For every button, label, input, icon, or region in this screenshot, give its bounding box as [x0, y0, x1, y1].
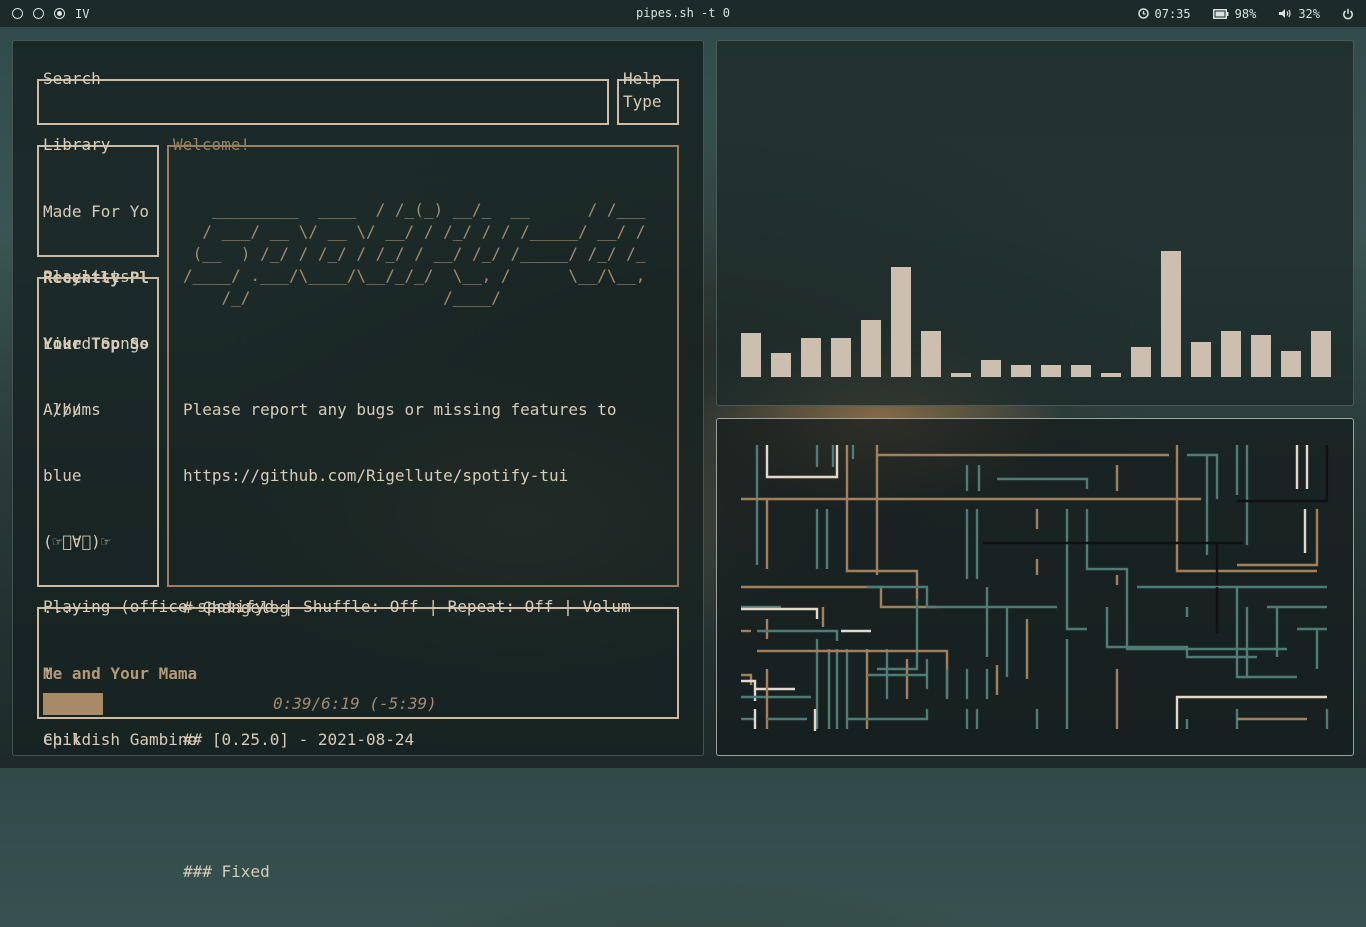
playlist-item-selected[interactable]: Your Top So [43, 333, 157, 355]
library-title: Library [43, 135, 111, 154]
pipe-segment [757, 629, 839, 641]
battery[interactable]: 98% [1212, 6, 1257, 21]
playlist-item[interactable]: /// [43, 399, 157, 421]
pipe-segment [877, 599, 919, 671]
help-box[interactable]: Help Type [617, 69, 679, 125]
spotify-tui-ascii-logo: _________ ____ / /_(_) __/_ __ / /___ / … [183, 200, 646, 307]
welcome-line: ### Fixed [183, 862, 270, 881]
pipe-segment [765, 445, 839, 479]
pipe-segment [741, 585, 937, 609]
visualizer-bar [831, 338, 851, 377]
battery-icon [1212, 8, 1229, 19]
pipe-segment [845, 445, 919, 601]
audio-visualizer-window[interactable] [716, 40, 1354, 406]
visualizer-bar [771, 353, 791, 377]
visualizer-bar [1101, 373, 1121, 377]
volume-icon [1279, 9, 1291, 18]
visualizer-bar [1281, 351, 1301, 377]
playlist-item[interactable]: blue [43, 465, 157, 487]
progress-time: 0:39/6:19 (-5:39) [273, 694, 437, 713]
pipe-segment [847, 709, 929, 721]
visualizer-bar [1251, 335, 1271, 377]
track-name: Me and Your Mama [43, 664, 198, 683]
welcome-line: ​ [183, 795, 616, 817]
welcome-line: Please report any bugs or missing featur… [183, 400, 617, 419]
visualizer-bar [1161, 251, 1181, 377]
visualizer-bar [741, 333, 761, 377]
playing-title: Playing (office-spotifyd | Shuffle: Off … [43, 597, 631, 616]
pipe-segment [867, 585, 1057, 609]
playlists-title: Playlists [43, 267, 130, 286]
clock-text: 07:35 [1154, 6, 1191, 21]
volume[interactable]: 32% [1278, 7, 1320, 21]
help-text: Type [623, 92, 662, 111]
power-icon [1343, 8, 1353, 19]
battery-text: 98% [1234, 6, 1257, 21]
search-title: Search [43, 69, 101, 88]
visualizer-bar [861, 320, 881, 377]
top-bar: IV pipes.sh -t 0 07:35 98% 32% [0, 0, 1366, 27]
visualizer-bar [1071, 365, 1091, 377]
pipe-segment [997, 477, 1089, 489]
welcome-box: Welcome! _________ ____ / /_(_) __/_ __ … [167, 135, 679, 881]
visualizer-bar [1311, 331, 1331, 377]
search-box[interactable]: Search [37, 69, 609, 125]
pipes-terminal-window[interactable] [716, 418, 1354, 756]
visualizer-bar [951, 373, 971, 377]
visualizer-bar [1221, 331, 1241, 377]
library-item[interactable]: Made For Yo [43, 201, 157, 223]
github-link[interactable]: https://github.com/Rigellute/spotify-tui [183, 465, 616, 487]
library-box: Library Made For Yo Recently Pl Liked So… [37, 135, 159, 419]
clock-icon [1137, 8, 1149, 19]
power-button[interactable] [1342, 8, 1354, 20]
help-title: Help [623, 69, 662, 88]
pipe-segment [1237, 445, 1329, 503]
visualizer-bar [1011, 365, 1031, 377]
artist-name: Childish Gambino [43, 730, 198, 749]
pipe-segment [1187, 453, 1219, 499]
pipe-segment [1065, 509, 1087, 631]
playing-box: Playing (office-spotifyd | Shuffle: Off … [37, 597, 679, 749]
welcome-title: Welcome! [173, 135, 251, 154]
visualizer-bar [921, 331, 941, 377]
visualizer-bar [801, 338, 821, 377]
pipe-segment [741, 607, 819, 619]
clock[interactable]: 07:35 [1137, 6, 1191, 21]
pipe-segment [1175, 695, 1327, 729]
welcome-line: ​ [183, 531, 616, 553]
visualizer-bar [1041, 365, 1061, 377]
visualizer-bar [1191, 342, 1211, 377]
playlists-box: Playlists Your Top So /// blue (☞ﾟ∀ﾟ)☞ .… [37, 267, 159, 749]
visualizer-bar [1131, 347, 1151, 377]
visualizer-bar [981, 360, 1001, 377]
progress-bar[interactable] [43, 693, 103, 715]
volume-text: 32% [1298, 6, 1320, 21]
pipes-animation [741, 445, 1329, 731]
visualizer-bar [891, 267, 911, 377]
playlist-item[interactable]: (☞ﾟ∀ﾟ)☞ [43, 531, 157, 553]
spotify-tui-window[interactable]: Search Help Type Library Made For Yo Rec… [12, 40, 704, 881]
